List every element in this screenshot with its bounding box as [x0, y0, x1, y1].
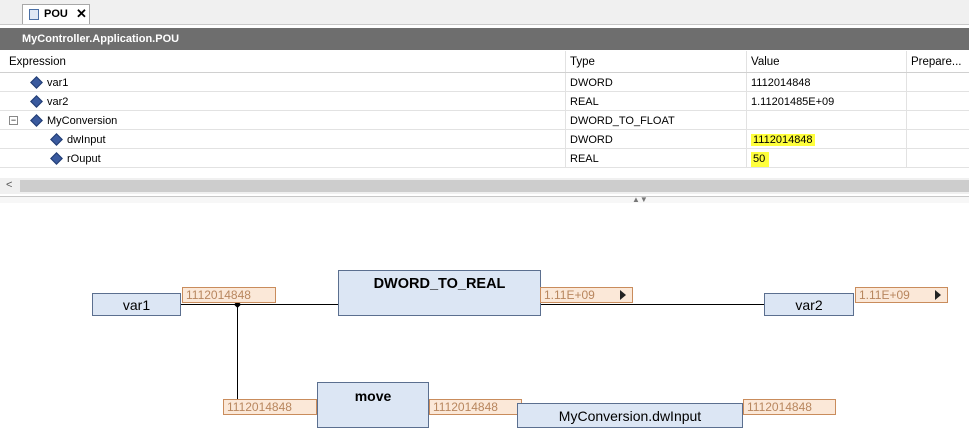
row-type: DWORD [566, 73, 747, 91]
editor-title-bar: MyController.Application.POU [0, 28, 969, 50]
row-expression: var2 [47, 96, 69, 108]
table-header: Expression Type Value Prepare... [0, 51, 969, 73]
dtr-output-online-value: 1.11E+09 [540, 287, 633, 303]
row-value[interactable] [747, 111, 907, 129]
variable-icon [50, 151, 63, 165]
tab-strip: POU ✕ [0, 0, 969, 25]
var1-online-value: 1112014848 [182, 287, 276, 303]
tab-label: POU [44, 8, 68, 20]
move-input-online-value: 1112014848 [223, 399, 317, 415]
pou-file-icon [29, 9, 39, 20]
tab-pou[interactable]: POU ✕ [22, 4, 90, 24]
row-value[interactable]: 1112014848 [747, 130, 907, 148]
column-header-value[interactable]: Value [747, 51, 907, 72]
column-header-expression[interactable]: Expression [0, 51, 566, 72]
conversion-input-online-value: 1112014848 [743, 399, 836, 415]
row-type: REAL [566, 92, 747, 110]
row-type: DWORD_TO_FLOAT [566, 111, 747, 129]
wire [540, 304, 764, 305]
row-value[interactable]: 50 [747, 149, 907, 167]
table-row[interactable]: rOuput REAL 50 [0, 149, 969, 168]
row-prepared[interactable] [907, 92, 969, 110]
scroll-left-icon[interactable]: < [6, 179, 12, 191]
variable-icon [30, 94, 43, 108]
expand-arrow-icon[interactable] [935, 290, 941, 300]
close-icon[interactable]: ✕ [76, 6, 87, 22]
editor-title: MyController.Application.POU [22, 33, 180, 45]
horizontal-scrollbar[interactable]: < [0, 178, 969, 194]
row-expression: dwInput [67, 134, 106, 146]
row-prepared[interactable] [907, 130, 969, 148]
dword-to-real-block[interactable]: DWORD_TO_REAL [338, 270, 541, 316]
variable-icon [30, 75, 43, 89]
row-type: DWORD [566, 130, 747, 148]
table-row[interactable]: dwInput DWORD 1112014848 [0, 130, 969, 149]
collapse-icon[interactable]: − [9, 116, 18, 125]
row-prepared[interactable] [907, 149, 969, 167]
move-block[interactable]: move [317, 382, 429, 428]
wire [237, 304, 238, 414]
highlighted-value: 1112014848 [751, 134, 815, 146]
table-row[interactable]: var1 DWORD 1112014848 [0, 73, 969, 92]
variable-icon [30, 113, 43, 127]
row-prepared[interactable] [907, 111, 969, 129]
scrollbar-thumb[interactable] [20, 180, 969, 192]
var2-output-box[interactable]: var2 [764, 293, 854, 316]
row-value[interactable]: 1.11201485E+09 [747, 92, 907, 110]
fbd-editor[interactable]: var1 1112014848 DWORD_TO_REAL 1.11E+09 v… [0, 203, 969, 442]
row-expression: rOuput [67, 153, 101, 165]
table-row[interactable]: var2 REAL 1.11201485E+09 [0, 92, 969, 111]
var2-online-value: 1.11E+09 [855, 287, 948, 303]
conversion-input-box[interactable]: MyConversion.dwInput [517, 403, 743, 428]
move-output-online-value: 1112014848 [429, 399, 522, 415]
wire [180, 304, 338, 305]
row-value[interactable]: 1112014848 [747, 73, 907, 91]
expand-arrow-icon[interactable] [620, 290, 626, 300]
row-expression: var1 [47, 77, 69, 89]
column-header-type[interactable]: Type [566, 51, 747, 72]
row-type: REAL [566, 149, 747, 167]
variable-icon [50, 132, 63, 146]
column-header-prepared[interactable]: Prepare... [907, 51, 969, 72]
row-prepared[interactable] [907, 73, 969, 91]
table-row[interactable]: − MyConversion DWORD_TO_FLOAT [0, 111, 969, 130]
highlighted-value: 50 [751, 152, 770, 167]
pane-splitter[interactable]: ▲▼ [0, 195, 969, 204]
var1-input-box[interactable]: var1 [92, 293, 181, 316]
row-expression: MyConversion [47, 115, 118, 127]
